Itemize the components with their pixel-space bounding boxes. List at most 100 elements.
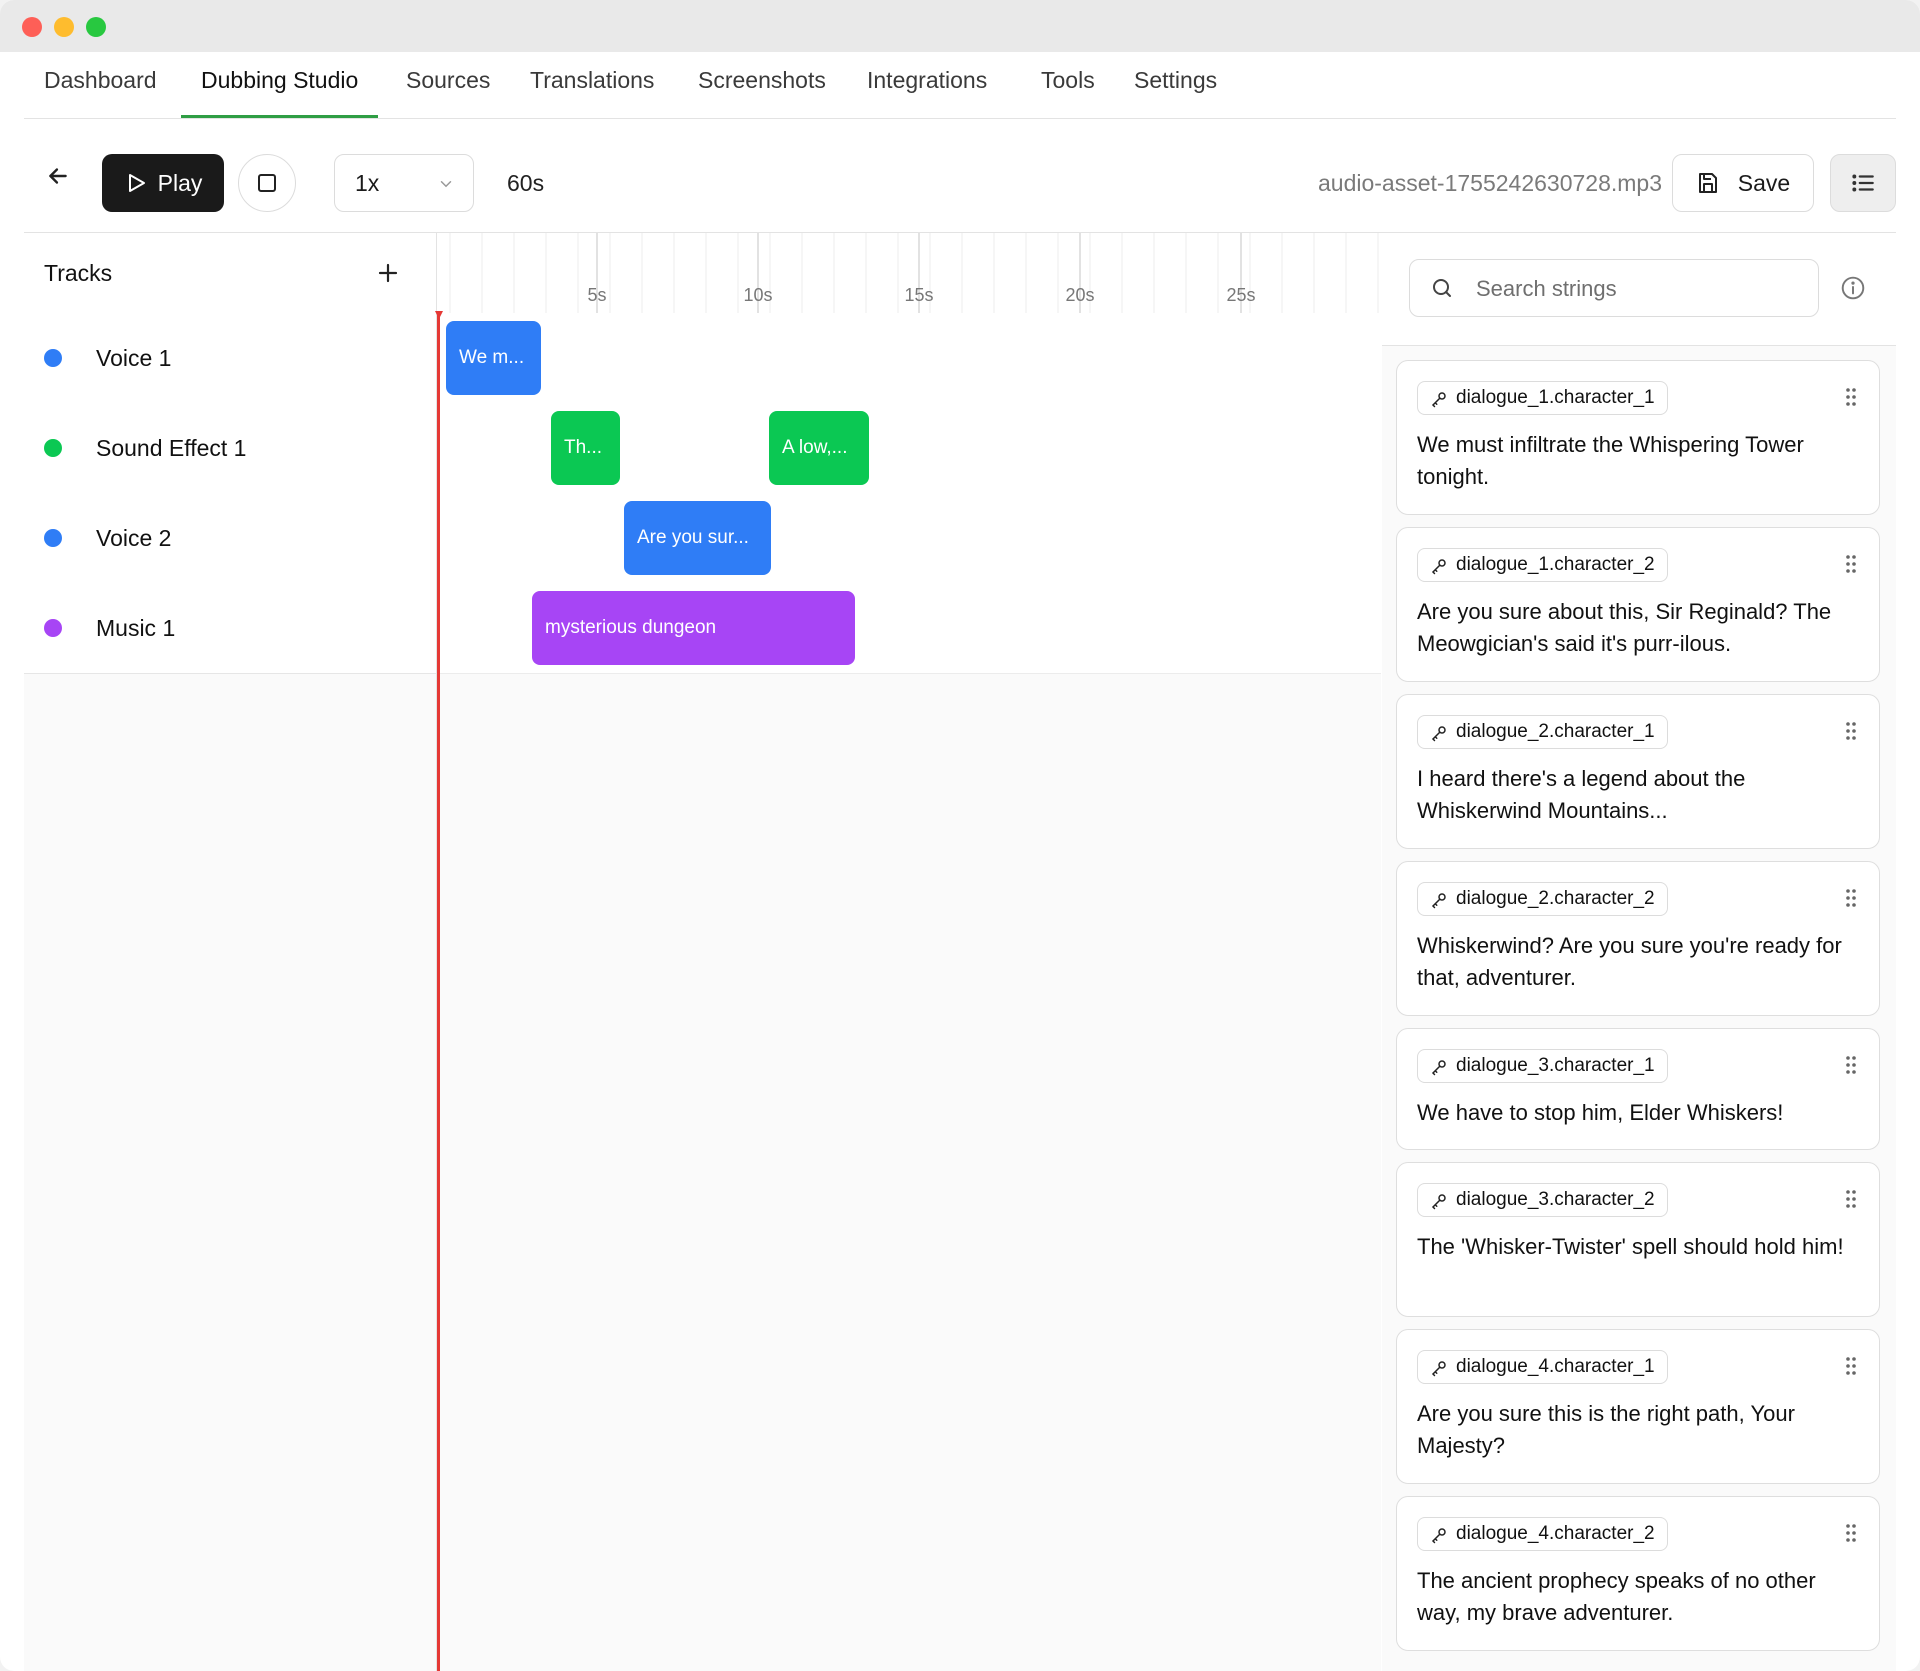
- track-name: Voice 2: [96, 525, 172, 551]
- save-button[interactable]: Save: [1672, 154, 1814, 212]
- timeline[interactable]: 5s 10s 15s 20s 25s We m... Th... A low,.…: [435, 233, 1381, 1671]
- track-lane[interactable]: Are you sur...: [437, 493, 1381, 584]
- tab-settings[interactable]: Settings: [1114, 52, 1237, 118]
- string-card[interactable]: dialogue_3.character_2 The 'Whisker-Twis…: [1396, 1162, 1880, 1317]
- string-key-badge: dialogue_2.character_2: [1417, 882, 1668, 916]
- track-row[interactable]: Music 1: [24, 583, 436, 674]
- play-button[interactable]: Play: [102, 154, 224, 212]
- string-text: Are you sure this is the right path, You…: [1417, 1401, 1795, 1458]
- track-lane[interactable]: mysterious dungeon: [437, 583, 1381, 674]
- key-icon: [1431, 893, 1446, 909]
- chevron-down-icon: [440, 181, 452, 188]
- maximize-window-button[interactable]: [86, 17, 106, 37]
- string-text: Are you sure about this, Sir Reginald? T…: [1417, 599, 1832, 656]
- drag-handle-icon[interactable]: [1845, 1523, 1857, 1543]
- search-strings-input[interactable]: [1474, 260, 1808, 318]
- audio-filename: audio-asset-1755242630728.mp3: [1318, 170, 1662, 196]
- key-icon: [1431, 559, 1446, 575]
- tracks-title: Tracks: [44, 260, 113, 286]
- string-card[interactable]: dialogue_2.character_2 Whiskerwind? Are …: [1396, 861, 1880, 1016]
- string-key-badge: dialogue_1.character_2: [1417, 548, 1668, 582]
- string-key: dialogue_3.character_2: [1456, 1189, 1655, 1210]
- close-window-button[interactable]: [22, 17, 42, 37]
- tab-integrations[interactable]: Integrations: [847, 52, 1007, 118]
- tab-translations[interactable]: Translations: [510, 52, 674, 118]
- tab-sources[interactable]: Sources: [386, 52, 510, 118]
- stop-icon: [258, 174, 276, 192]
- time-ruler[interactable]: 5s 10s 15s 20s 25s: [437, 233, 1381, 314]
- drag-handle-icon[interactable]: [1845, 1189, 1857, 1209]
- tick-label: 5s: [587, 285, 607, 305]
- string-text: We have to stop him, Elder Whiskers!: [1417, 1100, 1784, 1125]
- tab-dubbing-studio[interactable]: Dubbing Studio: [181, 52, 379, 118]
- string-key: dialogue_1.character_1: [1456, 387, 1655, 408]
- track-color-dot: [44, 349, 62, 367]
- play-icon: [128, 174, 145, 192]
- playback-speed-value: 1x: [355, 170, 380, 196]
- back-button[interactable]: [34, 152, 82, 200]
- drag-handle-icon[interactable]: [1845, 554, 1857, 574]
- drag-handle-icon[interactable]: [1845, 1055, 1857, 1075]
- string-key: dialogue_4.character_1: [1456, 1356, 1655, 1377]
- string-text: The 'Whisker-Twister' spell should hold …: [1417, 1234, 1844, 1259]
- audio-clip[interactable]: We m...: [446, 321, 541, 395]
- drag-handle-icon[interactable]: [1845, 888, 1857, 908]
- string-card[interactable]: dialogue_2.character_1 I heard there's a…: [1396, 694, 1880, 849]
- tab-screenshots[interactable]: Screenshots: [678, 52, 846, 118]
- minimize-window-button[interactable]: [54, 17, 74, 37]
- track-row[interactable]: Voice 1: [24, 313, 436, 404]
- strings-list-toggle-button[interactable]: [1830, 154, 1896, 212]
- key-icon: [1431, 1528, 1446, 1544]
- tick-label: 10s: [743, 285, 773, 305]
- playhead[interactable]: [437, 313, 440, 1671]
- track-row[interactable]: Sound Effect 1: [24, 403, 436, 494]
- string-text: Whiskerwind? Are you sure you're ready f…: [1417, 933, 1842, 990]
- track-name: Sound Effect 1: [96, 435, 247, 461]
- strings-search-bar: [1382, 233, 1896, 346]
- string-card[interactable]: dialogue_1.character_1 We must infiltrat…: [1396, 360, 1880, 515]
- string-key-badge: dialogue_3.character_1: [1417, 1049, 1668, 1083]
- tick-label: 25s: [1226, 285, 1256, 305]
- drag-handle-icon[interactable]: [1845, 387, 1857, 407]
- string-key: dialogue_3.character_1: [1456, 1055, 1655, 1076]
- window-titlebar: [0, 0, 1920, 52]
- playback-speed-select[interactable]: 1x: [334, 154, 474, 212]
- string-card[interactable]: dialogue_1.character_2 Are you sure abou…: [1396, 527, 1880, 682]
- key-icon: [1431, 726, 1446, 742]
- tick-label: 15s: [904, 285, 934, 305]
- info-icon: [1841, 276, 1865, 300]
- track-color-dot: [44, 439, 62, 457]
- search-icon: [1433, 279, 1451, 297]
- key-icon: [1431, 1060, 1446, 1076]
- top-nav: Dashboard Dubbing Studio Sources Transla…: [24, 52, 1896, 119]
- string-text: I heard there's a legend about the Whisk…: [1417, 766, 1746, 823]
- track-lane[interactable]: We m...: [437, 313, 1381, 404]
- tracks-panel: Tracks Voice 1 Sound Effect 1 Voice 2 Mu…: [24, 233, 437, 1671]
- stop-button[interactable]: [238, 154, 296, 212]
- search-box[interactable]: [1409, 259, 1819, 318]
- track-name: Music 1: [96, 615, 176, 641]
- app-window: Dashboard Dubbing Studio Sources Transla…: [0, 0, 1920, 1671]
- save-label: Save: [1737, 169, 1791, 196]
- track-row[interactable]: Voice 2: [24, 493, 436, 584]
- string-card[interactable]: dialogue_4.character_2 The ancient proph…: [1396, 1496, 1880, 1651]
- audio-clip[interactable]: mysterious dungeon: [532, 591, 855, 665]
- tab-dashboard[interactable]: Dashboard: [24, 52, 177, 118]
- audio-clip[interactable]: A low,...: [769, 411, 869, 485]
- string-key: dialogue_2.character_1: [1456, 721, 1655, 742]
- track-color-dot: [44, 619, 62, 637]
- info-button[interactable]: [1836, 271, 1870, 305]
- audio-clip[interactable]: Th...: [551, 411, 620, 485]
- string-key-badge: dialogue_1.character_1: [1417, 381, 1668, 415]
- drag-handle-icon[interactable]: [1845, 721, 1857, 741]
- string-card[interactable]: dialogue_3.character_1 We have to stop h…: [1396, 1028, 1880, 1150]
- drag-handle-icon[interactable]: [1845, 1356, 1857, 1376]
- add-track-button[interactable]: [368, 253, 408, 293]
- plus-icon: [378, 263, 398, 283]
- string-card[interactable]: dialogue_4.character_1 Are you sure this…: [1396, 1329, 1880, 1484]
- audio-clip[interactable]: Are you sur...: [624, 501, 771, 575]
- playhead-handle[interactable]: [435, 311, 443, 319]
- tab-tools[interactable]: Tools: [1021, 52, 1115, 118]
- save-icon: [1698, 173, 1717, 193]
- track-lane[interactable]: Th... A low,...: [437, 403, 1381, 494]
